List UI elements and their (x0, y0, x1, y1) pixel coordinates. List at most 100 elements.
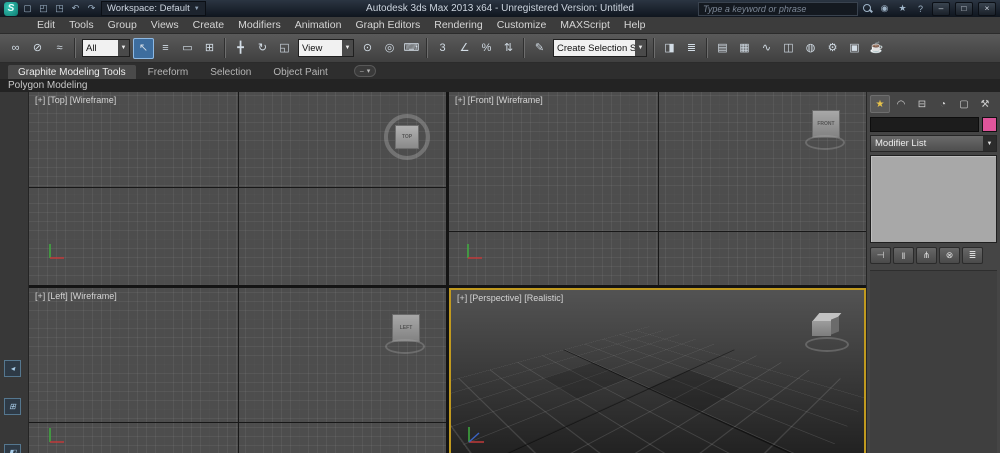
menu-group[interactable]: Group (101, 19, 144, 31)
viewcube[interactable]: TOP (384, 114, 430, 160)
use-pivot-point-center-button[interactable]: ⊙ (357, 38, 378, 59)
tab-display[interactable]: ▢ (954, 95, 974, 113)
object-color-swatch[interactable] (982, 117, 997, 132)
viewcube-front-face[interactable] (812, 321, 831, 336)
edit-named-selection-sets-button[interactable]: ✎ (529, 38, 550, 59)
communication-center-icon[interactable]: ◉ (878, 3, 891, 14)
menu-views[interactable]: Views (144, 19, 186, 31)
unlink-selection-button[interactable]: ⊘ (27, 38, 48, 59)
viewport-left-label[interactable]: [+] [Left] [Wireframe] (35, 291, 117, 301)
snaps-toggle-button[interactable]: 3 (432, 38, 453, 59)
viewcube-face-label[interactable]: FRONT (812, 110, 840, 138)
tab-create[interactable]: ★ (870, 95, 890, 113)
menu-create[interactable]: Create (186, 19, 232, 31)
viewport-front[interactable]: [+] [Front] [Wireframe] FRONT (449, 92, 866, 285)
viewport-top-label[interactable]: [+] [Top] [Wireframe] (35, 95, 116, 105)
menu-tools[interactable]: Tools (62, 19, 101, 31)
viewcube-face-label[interactable]: LEFT (392, 314, 420, 342)
menu-modifiers[interactable]: Modifiers (231, 19, 288, 31)
tab-graphite-modeling-tools[interactable]: Graphite Modeling Tools (8, 65, 136, 79)
tab-selection[interactable]: Selection (200, 65, 261, 79)
menu-maxscript[interactable]: MAXScript (553, 19, 617, 31)
ribbon-minimize-button[interactable]: – ▾ (353, 65, 377, 77)
select-and-move-button[interactable]: ╋ (230, 38, 251, 59)
workspace-selector[interactable]: Workspace: Default ▼ (101, 1, 206, 16)
viewport-top[interactable]: [+] [Top] [Wireframe] TOP (29, 92, 446, 285)
viewcube[interactable] (804, 310, 850, 352)
close-button[interactable]: × (978, 1, 996, 16)
select-and-link-button[interactable]: ∞ (5, 38, 26, 59)
configure-modifier-sets-button[interactable]: ≣ (962, 247, 983, 264)
select-and-rotate-button[interactable]: ↻ (252, 38, 273, 59)
reference-coordinate-system-select[interactable]: View ▼ (298, 39, 354, 57)
render-setup-button[interactable]: ⚙ (822, 38, 843, 59)
graphite-modeling-tools-toggle[interactable]: ▦ (734, 38, 755, 59)
menu-animation[interactable]: Animation (288, 19, 349, 31)
viewcube-side-face[interactable] (831, 316, 839, 335)
menu-help[interactable]: Help (617, 19, 653, 31)
menu-customize[interactable]: Customize (490, 19, 554, 31)
redo-icon[interactable]: ↷ (85, 2, 98, 15)
tab-utilities[interactable]: ⚒ (975, 95, 995, 113)
tab-hierarchy[interactable]: ⊟ (912, 95, 932, 113)
search-icon[interactable] (863, 3, 873, 14)
selection-filter-select[interactable]: All ▼ (82, 39, 130, 57)
select-by-name-button[interactable]: ≡ (155, 38, 176, 59)
modifier-list-select[interactable]: Modifier List ▼ (870, 135, 997, 152)
viewcube-face-label[interactable]: TOP (395, 125, 419, 149)
viewcube-ring[interactable] (805, 135, 845, 150)
viewport-left[interactable]: [+] [Left] [Wireframe] LEFT (29, 288, 446, 453)
modifier-stack-list[interactable] (870, 155, 997, 243)
viewport-perspective-label[interactable]: [+] [Perspective] [Realistic] (457, 293, 563, 303)
window-crossing-toggle[interactable]: ⊞ (199, 38, 220, 59)
undo-icon[interactable]: ↶ (69, 2, 82, 15)
rendered-frame-window-button[interactable]: ▣ (844, 38, 865, 59)
rectangular-selection-region-button[interactable]: ▭ (177, 38, 198, 59)
menu-edit[interactable]: Edit (30, 19, 62, 31)
select-object-button[interactable]: ↖ (133, 37, 154, 59)
layer-manager-button[interactable]: ▤ (712, 38, 733, 59)
minimize-button[interactable]: – (932, 1, 950, 16)
percent-snap-toggle[interactable]: % (476, 38, 497, 59)
tab-motion[interactable]: ◔ (933, 95, 953, 113)
layout-tabs-expand-button[interactable]: ◂ (4, 360, 21, 377)
new-scene-icon[interactable]: ▢ (21, 2, 34, 15)
material-editor-button[interactable]: ◍ (800, 38, 821, 59)
bind-to-space-warp-button[interactable]: ≈ (49, 38, 70, 59)
align-button[interactable]: ≣ (681, 38, 702, 59)
save-file-icon[interactable]: ◳ (53, 2, 66, 15)
viewcube-ring[interactable] (805, 337, 849, 352)
make-unique-button[interactable]: ⋔ (916, 247, 937, 264)
keyboard-shortcut-override-toggle[interactable]: ⌨ (401, 38, 422, 59)
menu-rendering[interactable]: Rendering (427, 19, 489, 31)
tab-modify[interactable]: ◠ (891, 95, 911, 113)
render-production-button[interactable]: ☕ (866, 38, 887, 59)
viewcube[interactable]: LEFT (384, 312, 426, 354)
named-selection-sets-select[interactable]: Create Selection Set ▼ (553, 39, 647, 57)
pin-stack-button[interactable]: ⊣ (870, 247, 891, 264)
object-name-field[interactable] (870, 117, 979, 132)
remove-modifier-button[interactable]: ⊗ (939, 247, 960, 264)
app-logo-icon[interactable]: S (4, 1, 18, 16)
viewport-front-label[interactable]: [+] [Front] [Wireframe] (455, 95, 543, 105)
polygon-modeling-panel-label[interactable]: Polygon Modeling (8, 80, 88, 91)
tab-object-paint[interactable]: Object Paint (263, 65, 337, 79)
menu-graph-editors[interactable]: Graph Editors (348, 19, 427, 31)
viewcube-ring[interactable] (385, 339, 425, 354)
viewport-perspective[interactable]: [+] [Perspective] [Realistic] (449, 288, 866, 453)
schematic-view-button[interactable]: ◫ (778, 38, 799, 59)
open-file-icon[interactable]: ◰ (37, 2, 50, 15)
angle-snap-toggle[interactable]: ∠ (454, 38, 475, 59)
mirror-button[interactable]: ◨ (659, 38, 680, 59)
help-icon[interactable]: ? (914, 4, 927, 14)
show-end-result-button[interactable]: ‖ (893, 247, 914, 264)
curve-editor-button[interactable]: ∿ (756, 38, 777, 59)
search-input[interactable] (698, 1, 858, 16)
layout-extra-button[interactable]: ◧ (4, 444, 21, 453)
favorites-star-icon[interactable]: ★ (896, 3, 909, 14)
tab-freeform[interactable]: Freeform (138, 65, 199, 79)
select-and-manipulate-button[interactable]: ◎ (379, 38, 400, 59)
spinner-snap-toggle[interactable]: ⇅ (498, 38, 519, 59)
layout-preset-button[interactable]: ⊞ (4, 398, 21, 415)
select-and-scale-button[interactable]: ◱ (274, 38, 295, 59)
